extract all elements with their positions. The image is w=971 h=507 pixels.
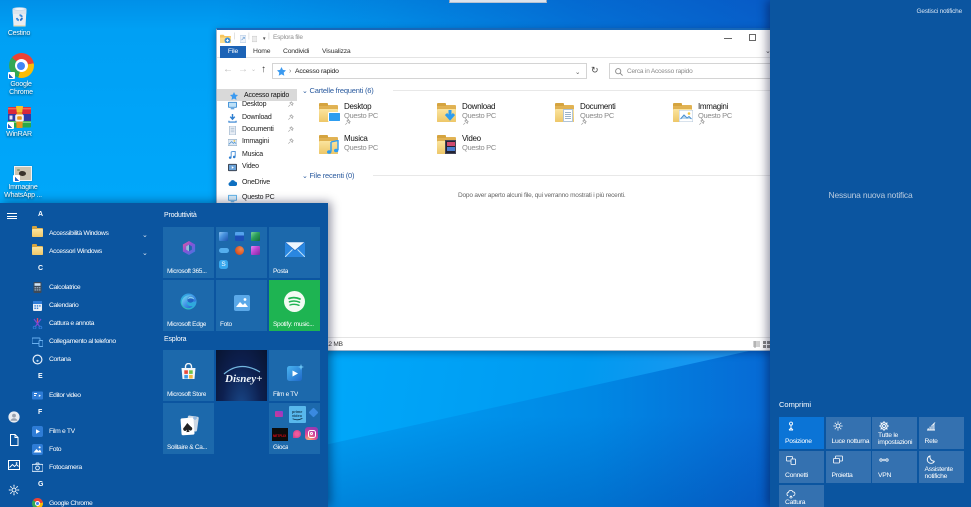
svg-text:Disney+: Disney+ xyxy=(224,373,262,385)
